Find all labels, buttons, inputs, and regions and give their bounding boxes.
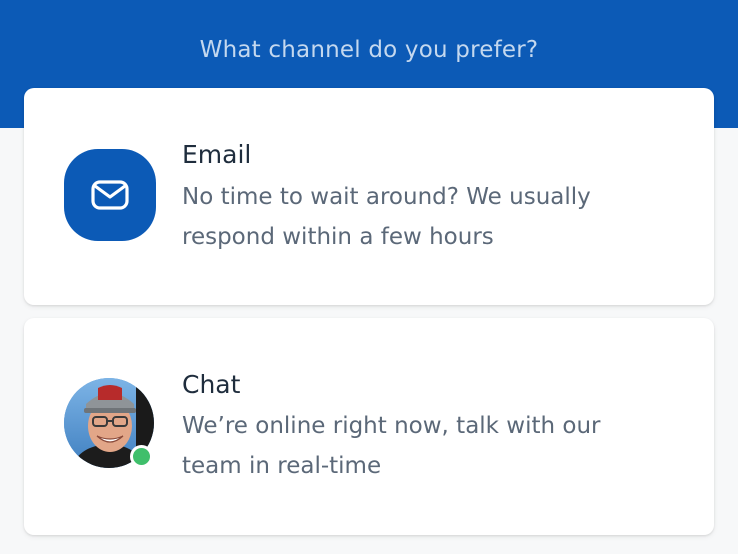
- email-description: No time to wait around? We usually respo…: [182, 184, 591, 250]
- envelope-icon: [64, 149, 156, 241]
- page-title: What channel do you prefer?: [199, 37, 539, 63]
- email-channel-card[interactable]: Email No time to wait around? We usually…: [24, 88, 714, 305]
- online-status-dot: [130, 445, 153, 468]
- chat-description: We’re online right now, talk with our te…: [182, 413, 601, 479]
- chat-title: Chat: [182, 370, 241, 399]
- chat-channel-card[interactable]: Chat We’re online right now, talk with o…: [24, 318, 714, 535]
- email-title: Email: [182, 140, 252, 169]
